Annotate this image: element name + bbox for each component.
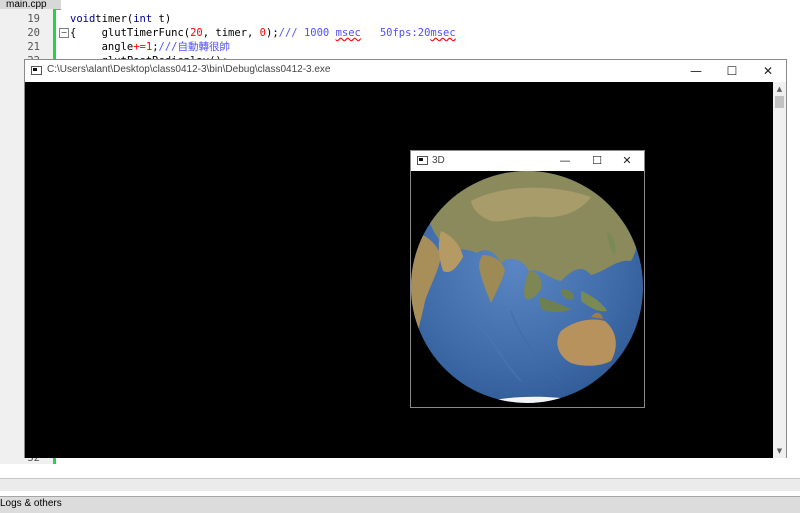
console-titlebar[interactable]: C:\Users\alant\Desktop\class0412-3\bin\D… (25, 60, 786, 82)
code-line[interactable]: voidtimer(int t) (70, 13, 171, 26)
earth-globe-render (411, 171, 643, 403)
scroll-down-icon[interactable]: ▼ (773, 446, 786, 456)
console-window: C:\Users\alant\Desktop\class0412-3\bin\D… (24, 59, 787, 458)
code-token: int (133, 13, 153, 25)
console-app-icon (31, 66, 42, 75)
close-button[interactable]: ✕ (750, 60, 786, 82)
glut-render-area[interactable] (411, 171, 644, 407)
fold-toggle-icon[interactable]: − (59, 28, 69, 38)
console-title: C:\Users\alant\Desktop\class0412-3\bin\D… (47, 64, 331, 75)
line-number: 20 (27, 27, 40, 39)
code-line[interactable]: { glutTimerFunc(20, timer, 0);/// 1000 m… (70, 27, 456, 40)
glut-titlebar[interactable]: 3D — ☐ ✕ (411, 151, 644, 171)
glut-app-icon (417, 156, 428, 165)
maximize-button[interactable]: ☐ (714, 60, 750, 82)
console-output-area[interactable] (25, 82, 774, 458)
code-token: ); (266, 27, 279, 39)
line-number: 19 (27, 13, 40, 25)
code-token: t) (152, 13, 172, 25)
glut-maximize-button[interactable]: ☐ (582, 151, 612, 171)
code-token: timer( (95, 13, 134, 25)
code-token: msec (430, 27, 456, 39)
code-token: ///自動轉很帥 (158, 41, 230, 53)
glut-window-title: 3D (432, 155, 445, 166)
scroll-up-icon[interactable]: ▲ (773, 84, 786, 94)
minimize-button[interactable]: — (678, 60, 714, 82)
code-token: += (133, 41, 146, 53)
glut-close-button[interactable]: ✕ (612, 151, 642, 171)
glut-minimize-button[interactable]: — (550, 151, 580, 171)
code-token: 20 (190, 27, 203, 39)
logs-tab[interactable]: Logs & others (0, 498, 62, 509)
code-token: /// 1000 (278, 27, 336, 39)
code-token: angle (70, 41, 134, 53)
console-vertical-scrollbar[interactable]: ▲ ▼ (773, 82, 786, 458)
line-number: 21 (27, 41, 40, 53)
scroll-thumb[interactable] (775, 96, 784, 108)
code-token: { glutTimerFunc( (70, 27, 191, 39)
code-token: void (70, 13, 96, 25)
editor-horizontal-scrollbar[interactable] (0, 478, 800, 491)
code-token: , timer, (202, 27, 260, 39)
logs-panel-bar: Logs & others (0, 496, 800, 513)
glut-3d-window: 3D — ☐ ✕ (410, 150, 645, 408)
code-token: 50fps:20 (360, 27, 431, 39)
code-token: msec (335, 27, 361, 39)
code-line[interactable]: angle+=1;///自動轉很帥 (70, 41, 230, 54)
